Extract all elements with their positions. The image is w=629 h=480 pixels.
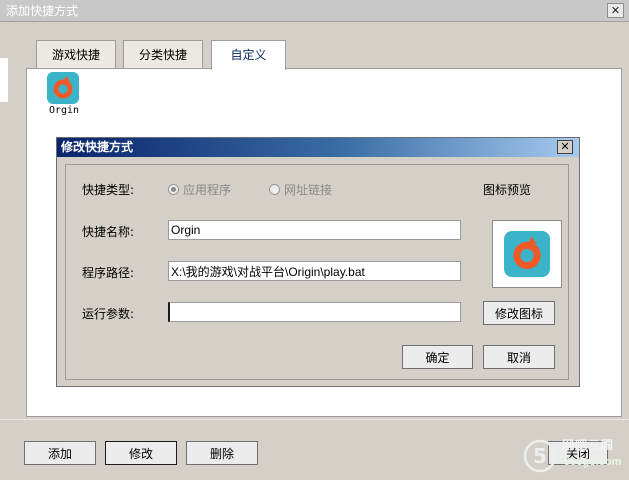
edit-shortcut-dialog: 修改快捷方式 ✕ 快捷类型: 应用程序 网址链接 图标预览 快捷名称: 程序路径… xyxy=(56,137,580,387)
shortcut-name-input[interactable] xyxy=(168,220,461,240)
ok-button[interactable]: 确定 xyxy=(402,345,473,369)
watermark-url: 583go.com xyxy=(564,456,622,468)
origin-icon xyxy=(504,231,550,277)
radio-url-link[interactable]: 网址链接 xyxy=(269,181,332,198)
run-args-input[interactable] xyxy=(168,302,461,322)
watermark-text: 网吧三国 xyxy=(562,438,615,452)
shortcut-name-label: 快捷名称: xyxy=(82,225,135,239)
add-button[interactable]: 添加 xyxy=(24,441,96,465)
program-path-label: 程序路径: xyxy=(82,266,135,280)
bottom-separator xyxy=(0,419,629,420)
tab-category-shortcuts[interactable]: 分类快捷 xyxy=(123,40,203,68)
change-icon-button[interactable]: 修改图标 xyxy=(483,301,555,325)
modify-button[interactable]: 修改 xyxy=(105,441,177,465)
origin-icon xyxy=(47,72,79,104)
dialog-body: 快捷类型: 应用程序 网址链接 图标预览 快捷名称: 程序路径: 运行参数: xyxy=(65,164,569,380)
radio-dot-icon xyxy=(168,184,179,195)
site-watermark: 5 网吧三国 583go.com xyxy=(518,432,629,478)
background-strip xyxy=(0,58,8,102)
dialog-close-button[interactable]: ✕ xyxy=(557,140,573,154)
tab-game-shortcuts[interactable]: 游戏快捷 xyxy=(36,40,116,68)
tab-custom[interactable]: 自定义 xyxy=(211,40,286,70)
radio-application-label: 应用程序 xyxy=(183,183,232,197)
icon-preview-box xyxy=(492,220,562,288)
icon-preview-label: 图标预览 xyxy=(483,183,532,197)
delete-button[interactable]: 删除 xyxy=(186,441,258,465)
cancel-button[interactable]: 取消 xyxy=(483,345,555,369)
dialog-title: 修改快捷方式 xyxy=(57,138,579,157)
shortcut-label: Orgin xyxy=(48,105,80,116)
run-args-label: 运行参数: xyxy=(82,307,135,321)
radio-application[interactable]: 应用程序 xyxy=(168,181,231,198)
window-title: 添加快捷方式 xyxy=(0,0,629,22)
shortcut-item-origin[interactable]: Orgin xyxy=(44,72,84,122)
radio-url-label: 网址链接 xyxy=(284,183,333,197)
shortcut-type-label: 快捷类型: xyxy=(82,183,135,197)
window-close-button[interactable]: ✕ xyxy=(607,3,624,18)
program-path-input[interactable] xyxy=(168,261,461,281)
svg-text:5: 5 xyxy=(533,444,547,468)
watermark-logo-icon: 5 xyxy=(523,439,557,473)
radio-dot-icon xyxy=(269,184,280,195)
